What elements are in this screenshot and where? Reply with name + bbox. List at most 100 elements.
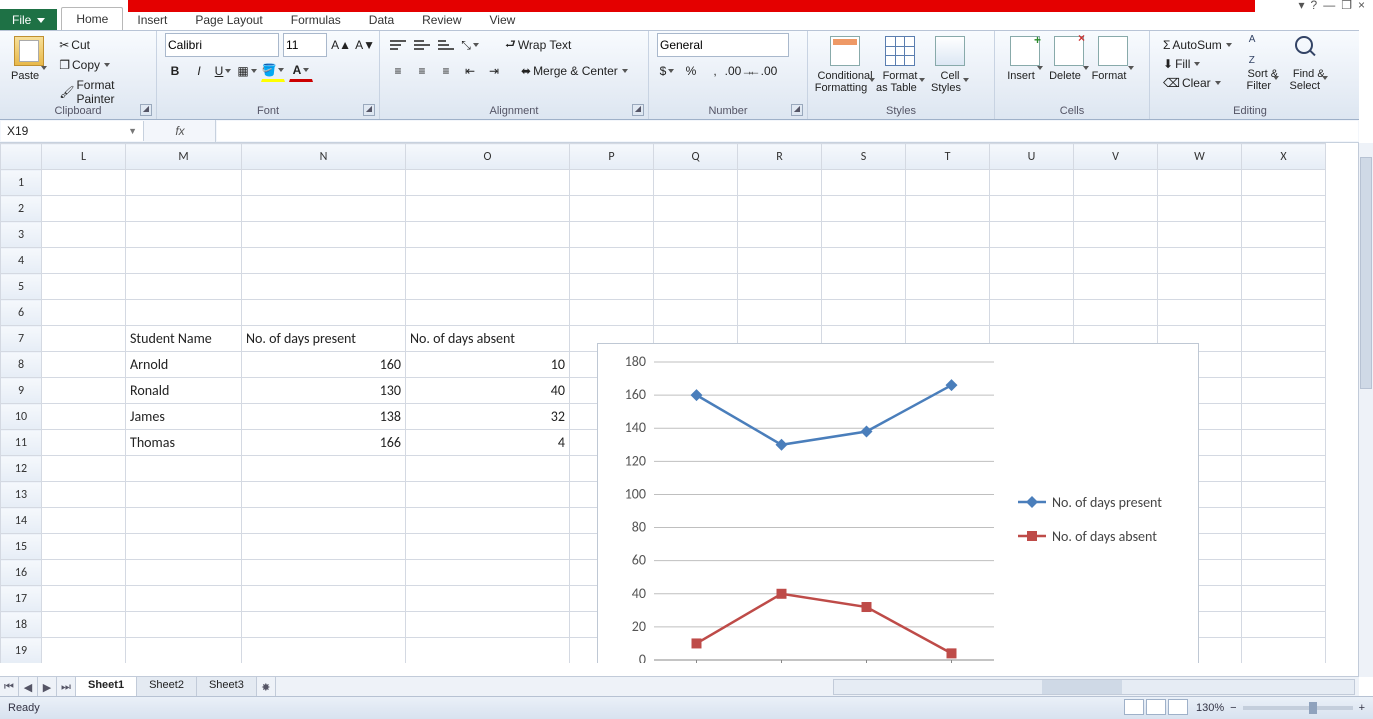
cell-X14[interactable] (1242, 508, 1326, 534)
insert-cells-button[interactable]: Insert (1003, 34, 1047, 82)
sheet-tab-sheet3[interactable]: Sheet3 (197, 677, 257, 697)
new-sheet-button[interactable]: ✸ (257, 677, 276, 697)
cell-N15[interactable] (242, 534, 406, 560)
cell-O5[interactable] (406, 274, 570, 300)
cell-V6[interactable] (1074, 300, 1158, 326)
align-bottom-button[interactable] (436, 35, 456, 55)
underline-button[interactable]: U (213, 61, 233, 81)
cell-M13[interactable] (126, 482, 242, 508)
worksheet-grid[interactable]: LMNOPQRSTUVWX1234567Student NameNo. of d… (0, 143, 1359, 663)
cell-M2[interactable] (126, 196, 242, 222)
comma-format-button[interactable]: , (705, 61, 725, 81)
cell-R1[interactable] (738, 170, 822, 196)
cell-U6[interactable] (990, 300, 1074, 326)
cell-P5[interactable] (570, 274, 654, 300)
cell-U5[interactable] (990, 274, 1074, 300)
row-header-16[interactable]: 16 (1, 560, 42, 586)
row-header-5[interactable]: 5 (1, 274, 42, 300)
cell-O8[interactable]: 10 (406, 352, 570, 378)
window-minimize-icon[interactable]: — (1323, 0, 1335, 12)
column-header-R[interactable]: R (738, 144, 822, 170)
column-header-Q[interactable]: Q (654, 144, 738, 170)
cell-Q2[interactable] (654, 196, 738, 222)
cell-O1[interactable] (406, 170, 570, 196)
help-icon[interactable]: ? (1311, 0, 1318, 12)
row-header-15[interactable]: 15 (1, 534, 42, 560)
cell-M16[interactable] (126, 560, 242, 586)
cell-S6[interactable] (822, 300, 906, 326)
cell-X1[interactable] (1242, 170, 1326, 196)
cell-M14[interactable] (126, 508, 242, 534)
find-select-button[interactable]: Find & Select (1289, 34, 1329, 92)
clear-button[interactable]: ⌫ Clear (1158, 74, 1237, 92)
row-header-19[interactable]: 19 (1, 638, 42, 664)
cell-O7[interactable]: No. of days absent (406, 326, 570, 352)
cell-X8[interactable] (1242, 352, 1326, 378)
cell-O12[interactable] (406, 456, 570, 482)
row-header-12[interactable]: 12 (1, 456, 42, 482)
cell-L4[interactable] (42, 248, 126, 274)
row-header-17[interactable]: 17 (1, 586, 42, 612)
cell-O3[interactable] (406, 222, 570, 248)
sheet-tab-sheet2[interactable]: Sheet2 (137, 677, 197, 697)
cell-O4[interactable] (406, 248, 570, 274)
cell-O17[interactable] (406, 586, 570, 612)
column-header-T[interactable]: T (906, 144, 990, 170)
cell-L15[interactable] (42, 534, 126, 560)
cell-N17[interactable] (242, 586, 406, 612)
column-header-M[interactable]: M (126, 144, 242, 170)
cell-T4[interactable] (906, 248, 990, 274)
cell-L2[interactable] (42, 196, 126, 222)
cell-Q3[interactable] (654, 222, 738, 248)
cell-O10[interactable]: 32 (406, 404, 570, 430)
cell-L8[interactable] (42, 352, 126, 378)
cell-W1[interactable] (1158, 170, 1242, 196)
formula-input[interactable] (217, 121, 1358, 141)
cell-O19[interactable] (406, 638, 570, 664)
cell-O13[interactable] (406, 482, 570, 508)
row-header-14[interactable]: 14 (1, 508, 42, 534)
row-header-9[interactable]: 9 (1, 378, 42, 404)
column-header-W[interactable]: W (1158, 144, 1242, 170)
cell-L9[interactable] (42, 378, 126, 404)
vertical-scrollbar[interactable] (1358, 143, 1373, 677)
cell-V4[interactable] (1074, 248, 1158, 274)
cell-L13[interactable] (42, 482, 126, 508)
cell-N18[interactable] (242, 612, 406, 638)
cell-L17[interactable] (42, 586, 126, 612)
cell-O14[interactable] (406, 508, 570, 534)
cell-P4[interactable] (570, 248, 654, 274)
cell-X10[interactable] (1242, 404, 1326, 430)
cell-X18[interactable] (1242, 612, 1326, 638)
row-header-6[interactable]: 6 (1, 300, 42, 326)
italic-button[interactable]: I (189, 61, 209, 81)
cell-Q6[interactable] (654, 300, 738, 326)
orientation-button[interactable]: ⤡ (460, 35, 480, 55)
cell-X2[interactable] (1242, 196, 1326, 222)
cell-V2[interactable] (1074, 196, 1158, 222)
number-dialog-launcher[interactable]: ◢ (791, 104, 803, 116)
embedded-chart[interactable]: 020406080100120140160180ArnoldRonaldJame… (597, 343, 1199, 663)
cell-N7[interactable]: No. of days present (242, 326, 406, 352)
cell-M19[interactable] (126, 638, 242, 664)
cell-X13[interactable] (1242, 482, 1326, 508)
fx-label[interactable]: fx (145, 120, 216, 142)
alignment-dialog-launcher[interactable]: ◢ (632, 104, 644, 116)
row-header-1[interactable]: 1 (1, 170, 42, 196)
format-as-table-button[interactable]: Format as Table (876, 34, 924, 94)
cell-P2[interactable] (570, 196, 654, 222)
align-center-button[interactable]: ≡ (412, 61, 432, 81)
cell-Q4[interactable] (654, 248, 738, 274)
conditional-formatting-button[interactable]: Conditional Formatting (816, 34, 874, 94)
font-name-combo[interactable] (165, 33, 279, 57)
cell-N5[interactable] (242, 274, 406, 300)
cell-L12[interactable] (42, 456, 126, 482)
cell-R4[interactable] (738, 248, 822, 274)
cell-U1[interactable] (990, 170, 1074, 196)
row-header-4[interactable]: 4 (1, 248, 42, 274)
cell-S1[interactable] (822, 170, 906, 196)
cell-O18[interactable] (406, 612, 570, 638)
cell-Q1[interactable] (654, 170, 738, 196)
row-header-18[interactable]: 18 (1, 612, 42, 638)
view-buttons[interactable] (1124, 699, 1190, 718)
